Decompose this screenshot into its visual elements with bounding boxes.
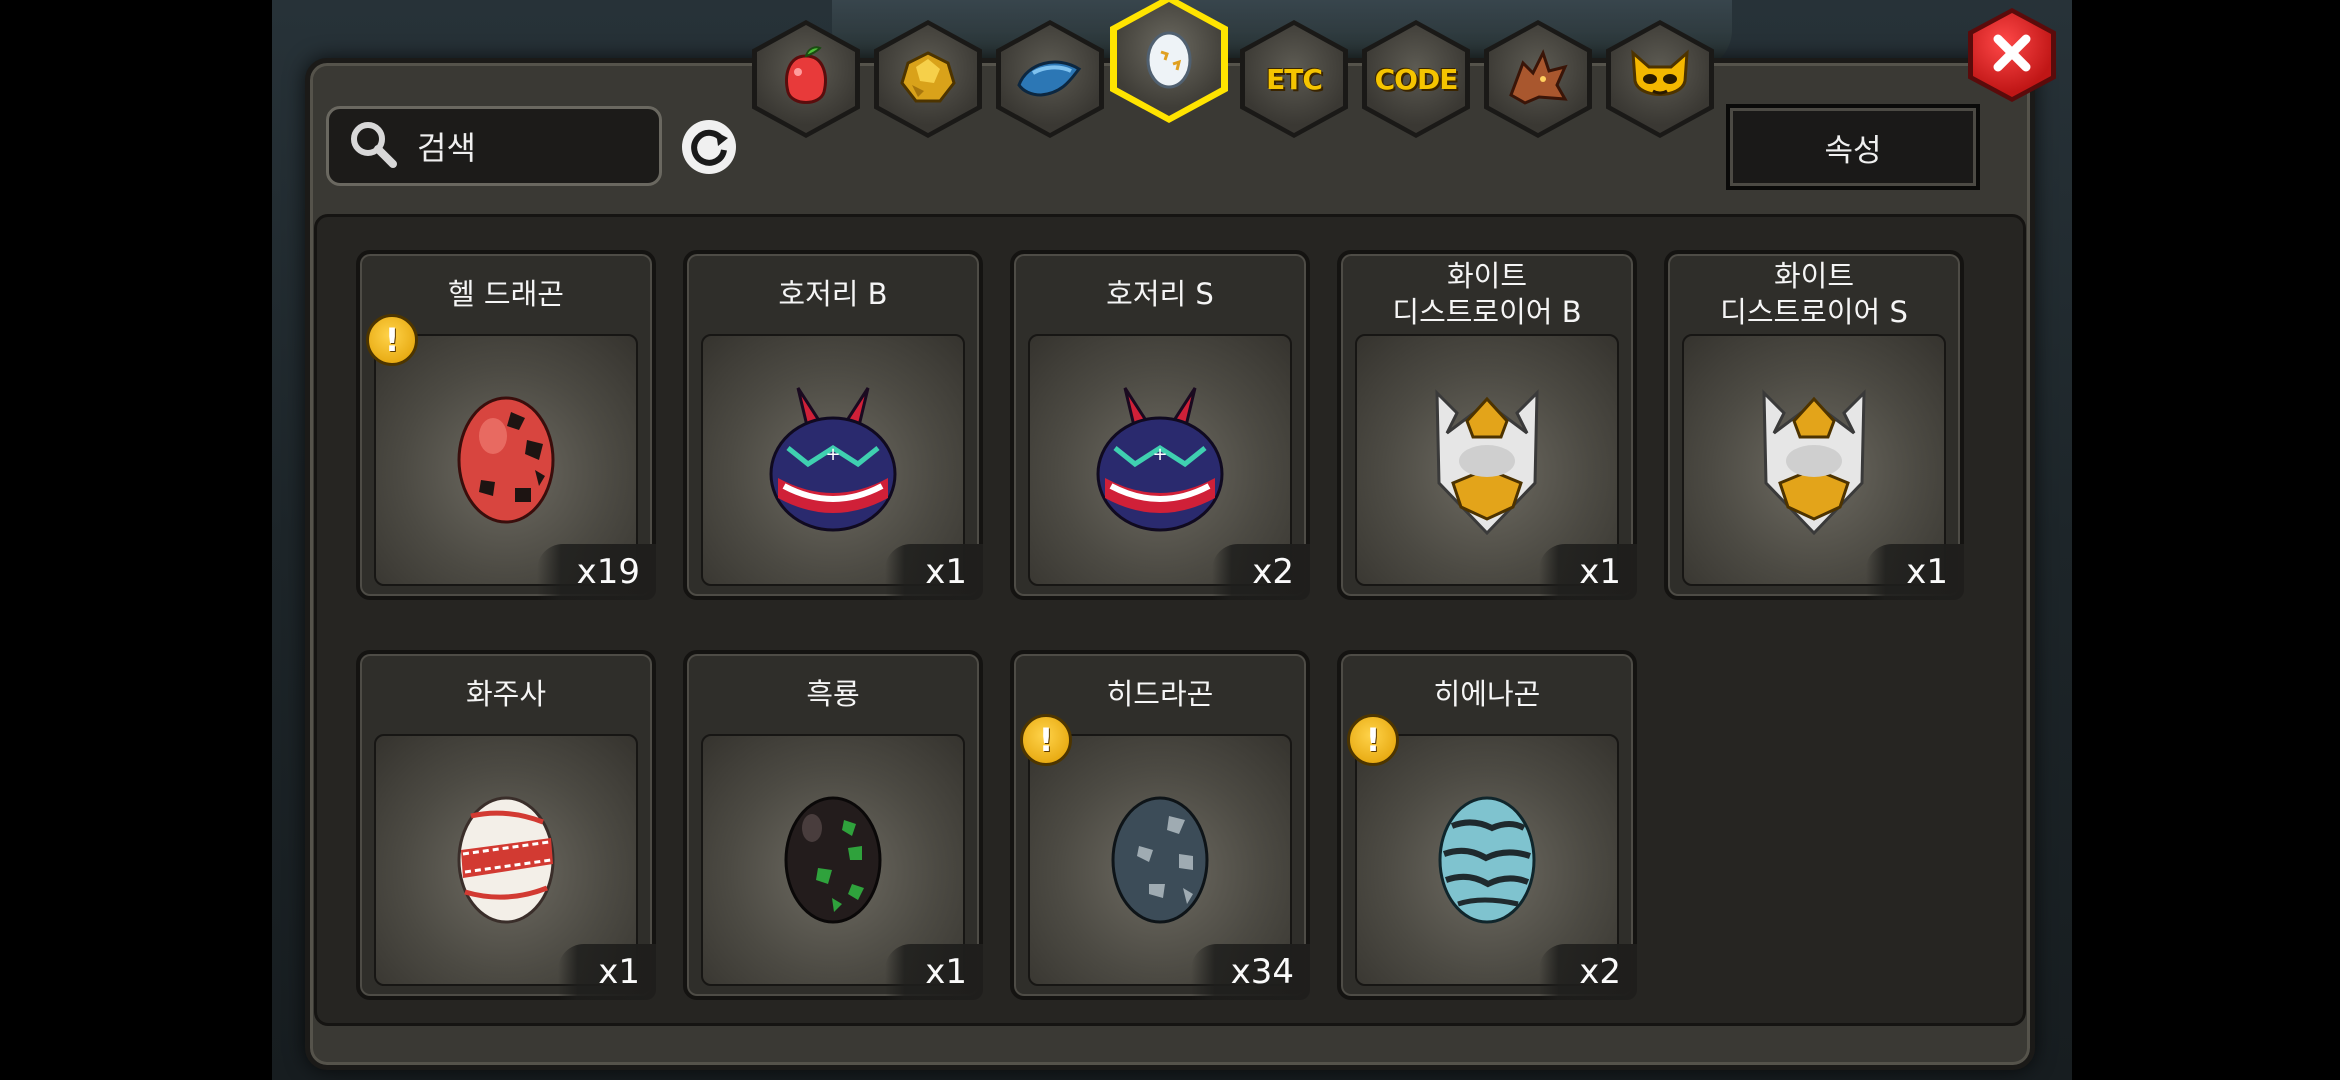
svg-text:+: + <box>1152 444 1167 465</box>
item-name: 호저리 S <box>1106 277 1214 311</box>
item-count: x1 <box>1866 544 1964 600</box>
item-card[interactable]: 히에나곤 ! x2 <box>1337 650 1637 1000</box>
fish-icon <box>1013 49 1087 109</box>
item-card[interactable]: 히드라곤 ! x34 <box>1010 650 1310 1000</box>
alert-icon: ! <box>1347 714 1399 766</box>
search-icon <box>347 118 399 174</box>
item-count: x2 <box>1539 944 1637 1000</box>
item-count: x34 <box>1190 944 1310 1000</box>
item-name: 화주사 <box>465 677 547 711</box>
dragon-head-icon <box>1503 45 1573 113</box>
item-card[interactable]: 흑룡 x1 <box>683 650 983 1000</box>
search-input[interactable]: 검색 <box>326 106 662 186</box>
item-count: x1 <box>885 944 983 1000</box>
item-card[interactable]: 호저리 S + x2 <box>1010 250 1310 600</box>
item-count: x2 <box>1212 544 1310 600</box>
item-count: x19 <box>536 544 656 600</box>
mask-icon <box>1627 47 1693 111</box>
striped-egg-icon <box>1432 788 1542 932</box>
item-card[interactable]: 헬 드래곤 ! x19 <box>356 250 656 600</box>
refresh-button[interactable] <box>678 116 740 178</box>
armored-egg-icon <box>1744 373 1884 547</box>
item-name: 호저리 B <box>778 277 888 311</box>
item-name: 흑룡 <box>806 677 860 711</box>
item-count: x1 <box>1539 544 1637 600</box>
slate-egg-icon <box>1105 788 1215 932</box>
item-card[interactable]: 화주사 x1 <box>356 650 656 1000</box>
egg-icon <box>1143 24 1195 94</box>
rabbit-egg-icon: + <box>758 378 908 542</box>
attribute-button[interactable]: 속성 <box>1726 104 1980 190</box>
search-placeholder: 검색 <box>417 129 476 167</box>
fruit-icon <box>776 42 836 116</box>
item-count: x1 <box>558 944 656 1000</box>
black-egg-icon <box>778 788 888 932</box>
red-egg-icon <box>451 388 561 532</box>
svg-text:+: + <box>825 444 840 465</box>
item-name: 화이트 디스트로이어 B <box>1392 259 1582 329</box>
gold-ore-icon <box>896 47 960 111</box>
close-icon <box>1990 31 2034 79</box>
tab-code-label: CODE <box>1374 62 1459 96</box>
tab-etc-label: ETC <box>1266 62 1323 96</box>
alert-icon: ! <box>366 314 418 366</box>
refresh-icon <box>678 120 740 182</box>
alert-icon: ! <box>1020 714 1072 766</box>
armored-egg-icon <box>1417 373 1557 547</box>
item-card[interactable]: 호저리 B + x1 <box>683 250 983 600</box>
item-card[interactable]: 화이트 디스트로이어 S x1 <box>1664 250 1964 600</box>
bandaged-egg-icon <box>451 788 561 932</box>
rabbit-egg-icon: + <box>1085 378 1235 542</box>
item-card[interactable]: 화이트 디스트로이어 B x1 <box>1337 250 1637 600</box>
item-name: 화이트 디스트로이어 S <box>1720 259 1908 329</box>
item-count: x1 <box>885 544 983 600</box>
